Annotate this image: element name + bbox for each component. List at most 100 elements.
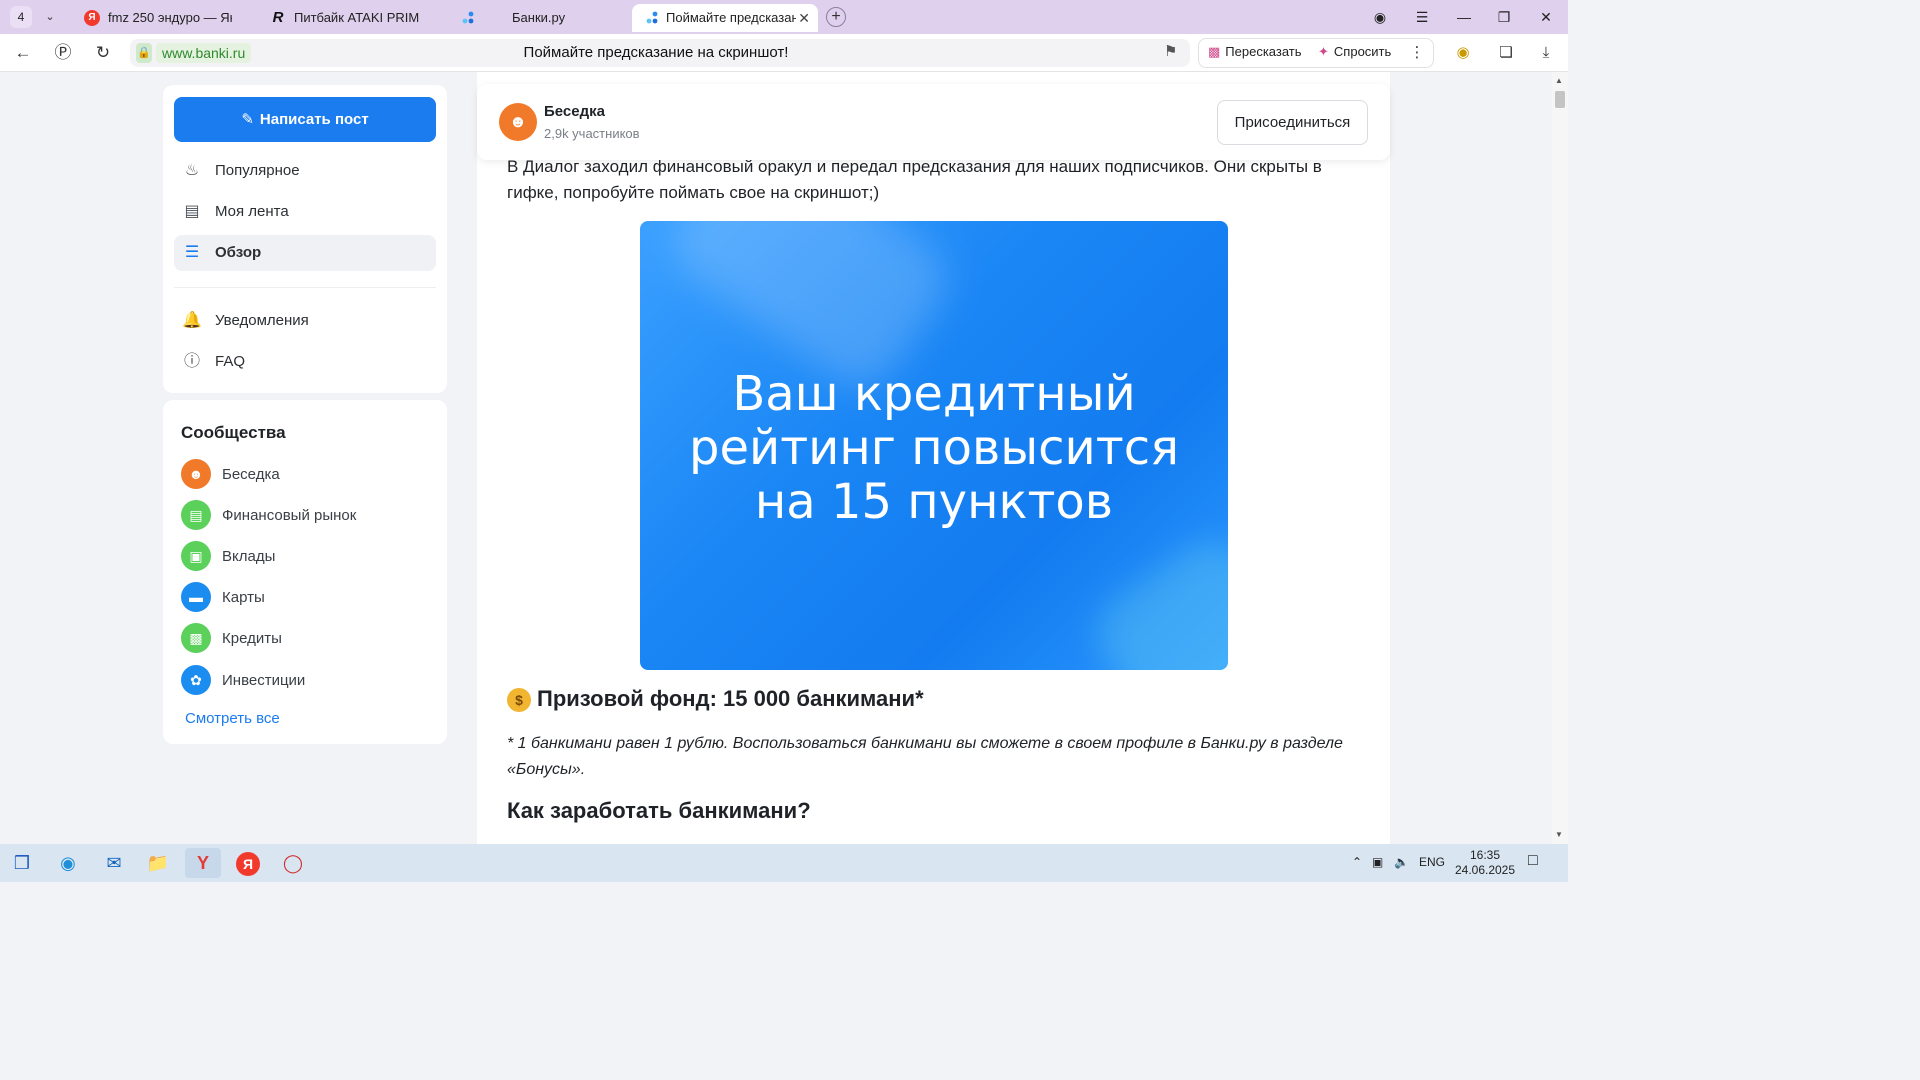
join-button[interactable]: Присоединиться xyxy=(1217,100,1368,145)
opera-browser-icon[interactable]: ◯ xyxy=(275,848,311,878)
tab-title: Поймайте предсказание xyxy=(666,10,796,25)
reload-icon[interactable]: ↻ xyxy=(92,42,114,64)
outlook-icon[interactable]: ✉ xyxy=(96,848,132,878)
sidebar-item-label: Обзор xyxy=(215,244,262,261)
profile-avatar-icon[interactable]: ◉ xyxy=(1366,6,1394,28)
new-tab-button[interactable]: + xyxy=(826,7,846,27)
close-window-icon[interactable]: ✕ xyxy=(1532,6,1560,28)
tab-banki[interactable]: Банки.ру xyxy=(448,4,628,32)
prize-footnote: * 1 банкимани равен 1 рублю. Воспользова… xyxy=(507,735,1343,778)
bookmark-icon[interactable]: ⚑ xyxy=(1164,42,1177,60)
post-intro-text: В Диалог заходил финансовый оракул и пер… xyxy=(507,157,1322,202)
sidebar-item-explore[interactable]: ☰ Обзор xyxy=(174,235,436,271)
tab-pitbike[interactable]: R Питбайк ATAKI PRIME 125 xyxy=(258,4,440,32)
notifications-icon[interactable]: □ xyxy=(1528,852,1538,870)
group-members-count: 2,9k участников xyxy=(544,126,640,141)
community-label: Вклады xyxy=(222,548,276,565)
tab-title: Питбайк ATAKI PRIME 125 xyxy=(294,10,420,25)
ask-icon: ✦ xyxy=(1318,44,1329,59)
yandex-browser-icon[interactable]: Y xyxy=(185,848,221,878)
volume-icon[interactable]: 🔈 xyxy=(1394,855,1409,869)
banner-line: на 15 пунктов xyxy=(754,474,1114,530)
howto-heading: Как заработать банкимани? xyxy=(507,798,811,823)
scroll-down-icon[interactable]: ▼ xyxy=(1555,830,1563,839)
file-explorer-icon[interactable]: 📁 xyxy=(140,848,176,878)
tab-active-prediction[interactable]: Поймайте предсказание ✕ xyxy=(632,4,818,32)
yandex-app-icon[interactable]: Я xyxy=(230,848,266,878)
edge-browser-icon[interactable]: ◉ xyxy=(50,848,86,878)
lock-icon[interactable]: 🔒 xyxy=(136,43,152,63)
banner-line: рейтинг повысится xyxy=(689,420,1179,476)
banki-icon xyxy=(460,10,476,26)
people-icon: ☻ xyxy=(181,459,211,489)
back-arrow-icon[interactable]: ← xyxy=(12,42,34,64)
restore-icon[interactable]: ❐ xyxy=(1490,6,1518,28)
bell-icon: 🔔 xyxy=(182,312,202,329)
ask-label: Спросить xyxy=(1333,44,1392,59)
sidebar-item-popular[interactable]: ♨ Популярное xyxy=(174,153,436,189)
download-icon[interactable]: ⤓ xyxy=(1536,43,1556,63)
tab-count-badge[interactable]: 4 xyxy=(10,6,32,28)
group-avatar-icon[interactable]: ☻ xyxy=(499,103,537,141)
prediction-banner-image: Ваш кредитный рейтинг повысится на 15 пу… xyxy=(640,221,1228,670)
page-title[interactable]: Поймайте предсказание на скриншот! xyxy=(420,44,892,61)
see-all-communities-link[interactable]: Смотреть все xyxy=(185,710,280,727)
pencil-icon: ✎ xyxy=(241,111,254,128)
tab-yandex-search[interactable]: Я fmz 250 эндуро — Яндекс xyxy=(72,4,252,32)
browser-tab-strip: 4 ⌄ Я fmz 250 эндуро — Яндекс R Питбайк … xyxy=(0,0,1568,34)
url-domain[interactable]: www.banki.ru xyxy=(156,43,252,63)
community-label: Кредиты xyxy=(222,630,282,647)
sidebar-item-label: Популярное xyxy=(215,162,300,179)
bar-chart-icon: ▤ xyxy=(181,500,211,530)
scroll-thumb[interactable] xyxy=(1555,91,1565,108)
investments-icon: ✿ xyxy=(181,665,211,695)
flame-icon: ♨ xyxy=(184,162,200,179)
ask-button[interactable]: ✦ Спросить xyxy=(1318,44,1391,60)
community-item-cards[interactable]: ▬ Карты xyxy=(181,582,431,614)
money-bag-icon: $ xyxy=(507,688,531,712)
card-icon: ▬ xyxy=(181,582,211,612)
group-name[interactable]: Беседка xyxy=(544,103,605,120)
language-indicator[interactable]: ENG xyxy=(1419,855,1445,869)
community-item-credits[interactable]: ▩ Кредиты xyxy=(181,623,431,655)
scroll-up-icon[interactable]: ▲ xyxy=(1555,76,1563,85)
retell-button[interactable]: ▩ Пересказать xyxy=(1208,44,1302,60)
tab-title: fmz 250 эндуро — Яндекс xyxy=(108,10,232,25)
community-label: Инвестиции xyxy=(222,672,306,689)
feed-icon: ▤ xyxy=(184,203,200,220)
more-options-icon[interactable]: ⋮ xyxy=(1407,43,1427,63)
sidebar-item-label: Моя лента xyxy=(215,203,289,220)
community-label: Карты xyxy=(222,589,265,606)
network-icon[interactable]: ▣ xyxy=(1372,855,1383,869)
community-item-deposits[interactable]: ▣ Вклады xyxy=(181,541,431,573)
sidebar-item-notifications[interactable]: 🔔 Уведомления xyxy=(174,303,436,339)
minimize-icon[interactable]: — xyxy=(1450,6,1478,28)
sidebar-item-my-feed[interactable]: ▤ Моя лента xyxy=(174,194,436,230)
tray-chevron-up-icon[interactable]: ⌃ xyxy=(1352,855,1362,869)
windows-start-icon[interactable]: ❒ xyxy=(4,848,40,878)
community-item-investments[interactable]: ✿ Инвестиции xyxy=(181,665,431,697)
explore-icon: ☰ xyxy=(184,244,200,261)
write-post-label: Написать пост xyxy=(259,111,369,128)
community-item-financial-market[interactable]: ▤ Финансовый рынок xyxy=(181,500,431,532)
yandex-home-icon[interactable]: Ⓟ xyxy=(52,42,74,64)
community-label: Беседка xyxy=(222,466,280,483)
clock-date: 24.06.2025 xyxy=(1454,863,1516,877)
sidebar-item-faq[interactable]: ⓘ FAQ xyxy=(174,344,436,380)
community-item-besedka[interactable]: ☻ Беседка xyxy=(181,459,431,491)
close-tab-icon[interactable]: ✕ xyxy=(798,4,810,32)
taskbar-clock[interactable]: 16:35 24.06.2025 xyxy=(1450,848,1520,878)
community-label: Финансовый рынок xyxy=(222,507,357,524)
extension-globe-icon[interactable]: ◉ xyxy=(1453,43,1473,63)
page-scrollbar[interactable]: ▲ ▼ xyxy=(1552,72,1568,844)
banki-icon xyxy=(644,10,660,26)
communities-title: Сообщества xyxy=(181,423,286,442)
sidebar-divider xyxy=(174,287,436,288)
write-post-button[interactable]: ✎ Написать пост xyxy=(174,97,436,142)
tab-list-chevron-icon[interactable]: ⌄ xyxy=(40,6,60,28)
reader-icon[interactable]: ❏ xyxy=(1496,43,1516,63)
safe-icon: ▣ xyxy=(181,541,211,571)
menu-icon[interactable]: ☰ xyxy=(1408,6,1436,28)
address-bar: ← Ⓟ ↻ 🔒 www.banki.ru Поймайте предсказан… xyxy=(0,34,1568,72)
windows-taskbar: ❒ ◉ ✉ 📁 Y Я ◯ ⌃ ▣ 🔈 ENG 16:35 24.06.2025… xyxy=(0,844,1568,882)
